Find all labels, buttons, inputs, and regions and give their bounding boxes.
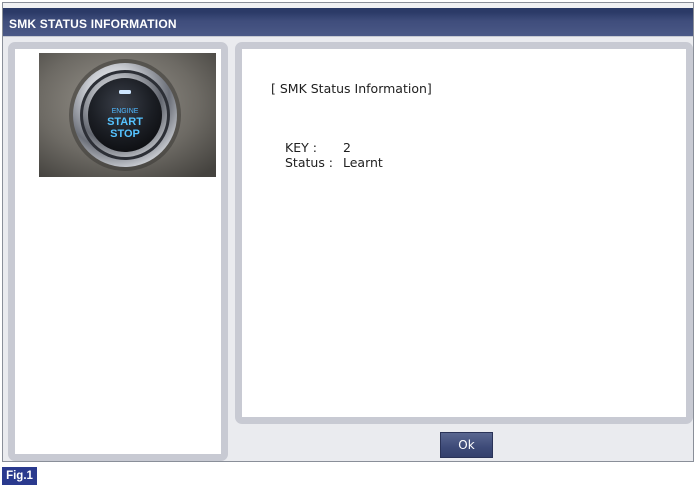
status-info-panel: [ SMK Status Information] KEY : 2 Status … <box>235 42 693 424</box>
button-text-stop: STOP <box>110 128 140 140</box>
title-bar: SMK STATUS INFORMATION <box>3 3 693 37</box>
ok-button[interactable]: Ok <box>440 432 493 458</box>
key-value: 2 <box>343 140 351 155</box>
smk-status-window: SMK STATUS INFORMATION ENGINE START STOP… <box>2 2 694 462</box>
status-label: Status : <box>285 155 334 170</box>
engine-start-stop-photo: ENGINE START STOP <box>39 53 216 177</box>
status-info-heading: [ SMK Status Information] <box>271 81 432 96</box>
key-row: KEY : 2 <box>285 140 351 155</box>
button-text-start: START <box>107 116 143 128</box>
indicator-light <box>119 90 131 94</box>
status-row: Status : Learnt <box>285 155 383 170</box>
key-label: KEY : <box>285 140 317 155</box>
image-panel: ENGINE START STOP <box>8 42 228 461</box>
engine-start-stop-button-icon: ENGINE START STOP <box>39 53 216 177</box>
figure-label: Fig.1 <box>2 467 37 485</box>
button-face <box>88 78 162 152</box>
status-value: Learnt <box>343 155 383 170</box>
button-text-engine: ENGINE <box>112 108 139 115</box>
window-title: SMK STATUS INFORMATION <box>9 17 177 31</box>
